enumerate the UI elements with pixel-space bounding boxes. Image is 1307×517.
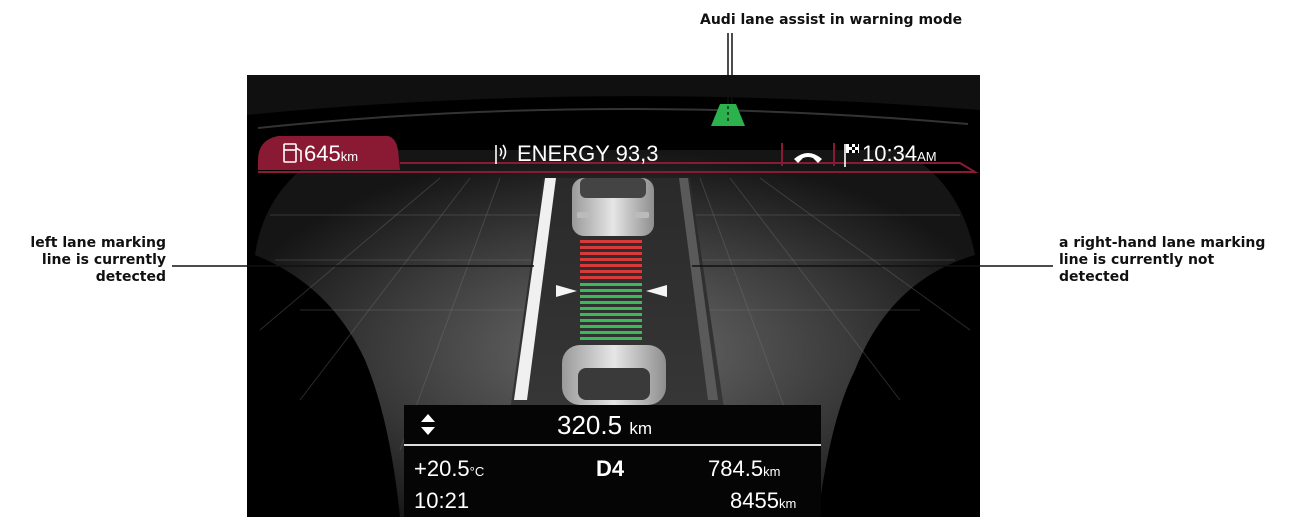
clock-value: 10:34 xyxy=(862,141,918,166)
trip-distance-value: 320.5 xyxy=(557,410,623,440)
trip-distance-unit: km xyxy=(629,419,652,438)
clock-suffix: AM xyxy=(917,149,937,164)
odometer-total-value: 8455 xyxy=(730,488,779,513)
temperature-unit: °C xyxy=(469,464,485,479)
odometer-trip: 784.5km xyxy=(708,456,780,482)
temperature-value: +20.5 xyxy=(414,456,470,481)
odometer-trip-value: 784.5 xyxy=(708,456,764,481)
trip-distance: 320.5 km xyxy=(557,410,652,441)
gear-indicator: D4 xyxy=(596,456,625,481)
odometer-total: 8455km xyxy=(730,488,796,514)
current-time: 10:21 xyxy=(414,488,470,513)
outside-temperature: +20.5°C xyxy=(414,456,484,482)
odometer-trip-unit: km xyxy=(763,464,781,479)
instrument-cluster-display xyxy=(172,33,1053,517)
fuel-range-value: 645 xyxy=(304,141,341,166)
fuel-range-unit: km xyxy=(340,149,359,164)
odometer-total-unit: km xyxy=(778,496,797,511)
own-vehicle xyxy=(562,345,666,405)
lead-vehicle xyxy=(572,178,654,236)
fuel-range: 645km xyxy=(304,141,358,167)
clock: 10:34AM xyxy=(862,141,937,167)
radio-station: ENERGY 93,3 xyxy=(517,141,659,166)
